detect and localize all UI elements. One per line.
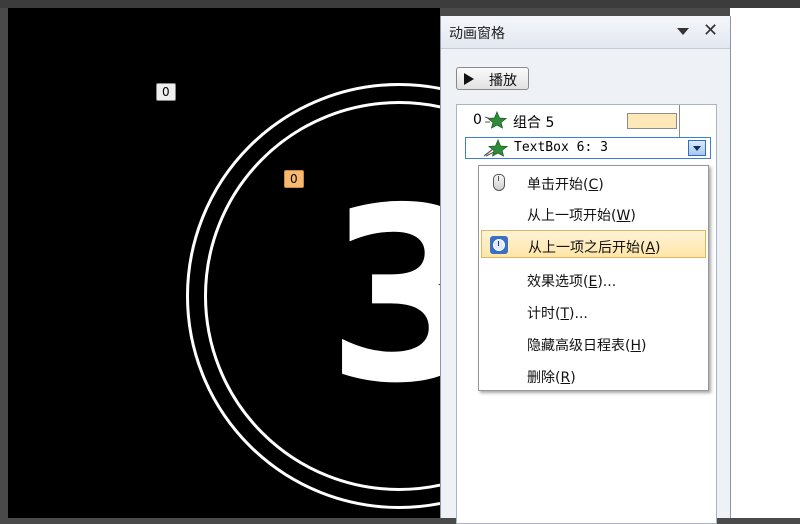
menu-item-text: 单击开始 (527, 177, 583, 193)
context-menu: 单击开始(C) 从上一项开始(W) 从上一项之后开始(A) 效果选项(E)...… (478, 165, 709, 391)
close-icon[interactable]: ✕ (703, 20, 718, 42)
workspace-background (730, 8, 800, 518)
item-label: 组合 5 (513, 115, 555, 131)
effect-star-icon (483, 138, 509, 161)
window-top-strip (0, 0, 800, 8)
timeline-bar[interactable] (627, 113, 677, 129)
menu-item-hide-timeline[interactable]: 隐藏高级日程表(H) (481, 329, 706, 357)
effect-star-icon (484, 110, 508, 133)
menu-accel-key: R (560, 370, 571, 386)
menu-accel-key: A (645, 240, 656, 256)
play-label: 播放 (489, 73, 517, 89)
menu-item-after-previous[interactable]: 从上一项之后开始(A) (481, 230, 706, 258)
menu-item-start-on-click[interactable]: 单击开始(C) (481, 168, 706, 196)
list-item-group[interactable]: 0 组合 5 (457, 107, 716, 133)
item-label: TextBox 6: 3 (514, 140, 608, 155)
pane-title: 动画窗格 (449, 26, 505, 42)
play-icon (464, 73, 474, 85)
menu-item-effect-options[interactable]: 效果选项(E)... (481, 265, 706, 293)
slide-canvas[interactable]: 3 0 0 (8, 8, 440, 518)
menu-item-with-previous[interactable]: 从上一项开始(W) (481, 199, 706, 227)
menu-item-suffix: ... (574, 306, 588, 322)
menu-item-text: 效果选项 (527, 274, 583, 290)
countdown-number[interactable]: 3 (326, 176, 440, 416)
menu-accel-key: E (588, 274, 598, 290)
menu-accel-key: T (560, 306, 570, 322)
animation-order-tag-selected: 0 (284, 170, 304, 188)
pane-header: 动画窗格 ✕ (441, 16, 730, 49)
menu-item-text: 计时 (527, 306, 555, 322)
animation-order-tag: 0 (156, 83, 176, 101)
menu-accel-key: W (616, 208, 631, 224)
menu-item-text: 从上一项开始 (527, 208, 611, 224)
menu-item-delete[interactable]: 删除(R) (481, 361, 706, 389)
pane-options-icon[interactable] (677, 28, 689, 35)
menu-item-text: 隐藏高级日程表 (527, 338, 625, 354)
menu-item-text: 从上一项之后开始 (528, 240, 640, 256)
mouse-icon (489, 173, 507, 191)
clock-icon (490, 236, 508, 254)
menu-accel-key: H (630, 338, 641, 354)
menu-item-text: 删除 (527, 370, 555, 386)
menu-item-timing[interactable]: 计时(T)... (481, 297, 706, 325)
play-button[interactable]: 播放 (456, 67, 529, 90)
item-dropdown-button[interactable] (688, 140, 706, 156)
item-index: 0 (473, 112, 482, 128)
menu-item-suffix: ... (602, 274, 617, 290)
menu-accel-key: C (588, 177, 599, 193)
list-item-textbox-selected[interactable]: TextBox 6: 3 (465, 137, 711, 159)
